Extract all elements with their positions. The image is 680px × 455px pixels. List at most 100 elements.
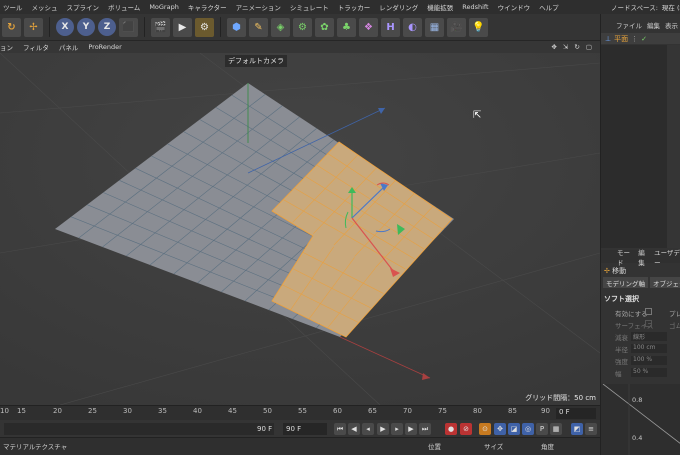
- end-frame-field[interactable]: 90 F: [283, 423, 327, 435]
- cloner-icon[interactable]: ✿: [315, 17, 334, 37]
- attribute-manager-menu: モード 編集 ユーザデー: [601, 249, 680, 267]
- autokey-icon[interactable]: ⊘: [460, 423, 472, 435]
- menu-icon[interactable]: ≡: [585, 423, 597, 435]
- square-icon[interactable]: ▢: [586, 43, 592, 51]
- menu-tools[interactable]: ツール: [3, 2, 23, 12]
- tab-object-axis[interactable]: オブジェクト軸: [650, 277, 680, 288]
- menu-animation[interactable]: アニメーション: [236, 2, 281, 12]
- menu-simulate[interactable]: シミュレート: [290, 2, 329, 12]
- toolbar-divider: [220, 17, 221, 37]
- y-axis-toggle[interactable]: Y: [77, 18, 95, 36]
- play-icon[interactable]: ▶: [377, 423, 389, 435]
- keyframe-selection-icon[interactable]: ⊙: [479, 423, 491, 435]
- array-icon[interactable]: ⚙: [293, 17, 312, 37]
- object-list-scrollbar[interactable]: [667, 45, 680, 248]
- prop-radius-field[interactable]: 100 cm: [631, 344, 667, 353]
- attr-menu-userdata[interactable]: ユーザデー: [654, 247, 680, 267]
- subdivision-icon[interactable]: ◈: [271, 17, 290, 37]
- prop-preview-label: プレ: [669, 310, 680, 318]
- scale-key-icon[interactable]: ◪: [508, 423, 520, 435]
- pen-icon[interactable]: ✎: [249, 17, 268, 37]
- light-icon[interactable]: 💡: [469, 17, 488, 37]
- prop-falloff-select[interactable]: 線形: [631, 332, 667, 341]
- effector-icon[interactable]: H: [381, 17, 400, 37]
- move-icon[interactable]: ✥: [551, 43, 556, 51]
- current-frame-field[interactable]: 0 F: [556, 408, 596, 419]
- menu-extensions[interactable]: 機能拡張: [427, 2, 453, 12]
- section-soft-selection[interactable]: ソフト選択: [604, 294, 639, 304]
- object-menu-edit[interactable]: 編集: [647, 20, 660, 30]
- render-picture-viewer-icon[interactable]: ▶: [173, 17, 192, 37]
- object-name[interactable]: 平面: [614, 34, 628, 44]
- rotate-icon[interactable]: ↻: [574, 43, 579, 51]
- falloff-graph[interactable]: 0.8 0.4: [601, 383, 680, 455]
- timeline-tick: 70: [403, 407, 412, 415]
- next-key-icon[interactable]: ▶: [405, 423, 417, 435]
- object-row-plane[interactable]: ⊥ 平面 ⋮ ✓: [601, 33, 680, 44]
- rotation-key-icon[interactable]: ◎: [522, 423, 534, 435]
- parameter-key-icon[interactable]: P: [536, 423, 548, 435]
- cube-icon[interactable]: ⬢: [227, 17, 246, 37]
- menu-redshift[interactable]: Redshift: [462, 3, 488, 11]
- arrows-icon[interactable]: ⇲: [563, 43, 568, 51]
- prop-enable-label: 有効にする: [615, 310, 648, 318]
- object-list[interactable]: [601, 45, 667, 248]
- checkmark-icon[interactable]: ✓: [641, 35, 647, 43]
- render-view-icon[interactable]: 🎬: [151, 17, 170, 37]
- prop-width-field[interactable]: 50 %: [631, 368, 667, 377]
- viewport-menu-filter[interactable]: フィルタ: [23, 42, 49, 52]
- prop-enable-checkbox[interactable]: [645, 308, 652, 315]
- viewport-menu-options[interactable]: ョン: [0, 42, 13, 52]
- nodespace-value[interactable]: 現在 (標準: [662, 2, 680, 12]
- menu-volume[interactable]: ボリューム: [108, 2, 140, 12]
- 3d-viewport[interactable]: デフォルトカメラ ⇱ グリッド間隔：50 cm: [0, 53, 600, 405]
- z-axis-toggle[interactable]: Z: [98, 18, 116, 36]
- menu-spline[interactable]: スプライン: [67, 2, 100, 12]
- graph-tick: 0.4: [632, 434, 643, 442]
- scale-tool-icon[interactable]: ✢: [24, 17, 43, 37]
- viewport-menu-prorender[interactable]: ProRender: [88, 43, 121, 51]
- record-icon[interactable]: ●: [445, 423, 457, 435]
- mograph-icon[interactable]: ♣: [337, 17, 356, 37]
- prop-strength-field[interactable]: 100 %: [631, 356, 667, 365]
- step-forward-icon[interactable]: ▸: [391, 423, 403, 435]
- rotate-tool-icon[interactable]: ↻: [2, 17, 21, 37]
- menu-help[interactable]: ヘルプ: [539, 2, 559, 12]
- menu-mesh[interactable]: メッシュ: [32, 2, 58, 12]
- menu-character[interactable]: キャラクター: [188, 2, 227, 12]
- coordinate-system-icon[interactable]: ⬛: [119, 17, 138, 37]
- main-toolbar: ↻ ✢ X Y Z ⬛ 🎬 ▶ ⚙ ⬢ ✎ ◈ ⚙ ✿ ♣ ❖ H ◐ ▦ 🎥 …: [0, 14, 600, 41]
- attr-menu-mode[interactable]: モード: [617, 247, 633, 267]
- camera-icon[interactable]: 🎥: [447, 17, 466, 37]
- tab-texture[interactable]: テクスチャ: [35, 441, 67, 451]
- x-axis-toggle[interactable]: X: [56, 18, 74, 36]
- tab-modeling-axis[interactable]: モデリング軸: [603, 277, 648, 288]
- go-to-start-icon[interactable]: ⏮: [334, 423, 346, 435]
- object-menu-view[interactable]: 表示: [665, 20, 678, 30]
- object-menu-file[interactable]: ファイル: [616, 20, 642, 30]
- timeline-icon[interactable]: ◩: [571, 423, 583, 435]
- attr-menu-edit[interactable]: 編集: [638, 247, 649, 267]
- falloff-curve: [602, 383, 680, 455]
- step-back-icon[interactable]: ◂: [362, 423, 374, 435]
- visibility-icon[interactable]: ⋮: [631, 35, 638, 43]
- prop-surface-checkbox[interactable]: [645, 320, 652, 327]
- position-key-icon[interactable]: ✥: [494, 423, 506, 435]
- timeline-ruler[interactable]: 10 15 20 25 30 35 40 45 50 55 60 65 70 7…: [0, 405, 600, 420]
- go-to-end-icon[interactable]: ⏭: [419, 423, 431, 435]
- deformer-icon[interactable]: ❖: [359, 17, 378, 37]
- field-icon[interactable]: ◐: [403, 17, 422, 37]
- menu-tracker[interactable]: トラッカー: [338, 2, 371, 12]
- previous-key-icon[interactable]: ◀: [348, 423, 360, 435]
- toolbar-divider: [49, 17, 50, 37]
- menu-mograph[interactable]: MoGraph: [149, 3, 179, 11]
- frame-range-slider[interactable]: [4, 423, 274, 435]
- pla-key-icon[interactable]: ▦: [550, 423, 562, 435]
- menu-window[interactable]: ウインドウ: [498, 2, 531, 12]
- menu-render[interactable]: レンダリング: [379, 2, 418, 12]
- tab-materials[interactable]: マテリアル: [3, 441, 35, 451]
- viewport-menu-panel[interactable]: パネル: [59, 42, 79, 52]
- floor-icon[interactable]: ▦: [425, 17, 444, 37]
- timeline-tick: 80: [473, 407, 482, 415]
- render-settings-icon[interactable]: ⚙: [195, 17, 214, 37]
